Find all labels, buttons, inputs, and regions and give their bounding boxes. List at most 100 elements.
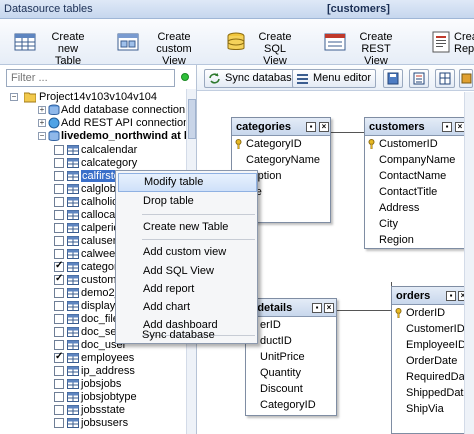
tree-table-item[interactable]: jobsusers <box>4 417 184 429</box>
menu-item-create-new-table[interactable]: Create new Table <box>118 218 257 237</box>
tree-table-item[interactable]: jobsjobs <box>4 378 184 390</box>
tree-table-item[interactable]: calcategory <box>4 157 184 169</box>
tree-table-item[interactable]: jobsstate <box>4 404 184 416</box>
field-row[interactable]: Quantity <box>246 365 336 381</box>
sync-database-button[interactable]: Sync database <box>204 69 303 88</box>
menu-item-add-sql-view[interactable]: Add SQL View <box>118 262 257 281</box>
field-row[interactable]: erID <box>246 317 336 333</box>
close-icon[interactable]: × <box>319 122 329 132</box>
field-name: CompanyName <box>379 154 456 166</box>
pin-icon[interactable]: ▪ <box>446 291 456 301</box>
menu-editor-button[interactable]: Menu editor <box>292 69 377 88</box>
create-custom-view-button[interactable]: Create custom View <box>117 25 207 67</box>
table-order-details[interactable]: r details ▪ × erID ductID UnitPrice Quantity D… <box>245 298 337 416</box>
tree-table-item[interactable]: calcalendar <box>4 144 184 156</box>
field-row[interactable]: CategoryID <box>232 136 330 152</box>
menu-item-add-custom-view[interactable]: Add custom view <box>118 243 257 262</box>
grid-view-button[interactable] <box>435 69 455 88</box>
table-checkbox[interactable] <box>54 260 64 272</box>
field-row[interactable]: RequiredDate <box>392 369 474 385</box>
table-checkbox[interactable] <box>54 314 64 324</box>
more-tools-button[interactable] <box>459 69 473 88</box>
field-row[interactable]: UnitPrice <box>246 349 336 365</box>
tree-table-item[interactable]: ip_address <box>4 365 184 377</box>
table-checkbox[interactable] <box>54 301 64 311</box>
tree-table-item[interactable]: jobsjobtype <box>4 391 184 403</box>
expand-icon[interactable]: + <box>38 106 46 114</box>
table-checkbox[interactable] <box>54 351 64 363</box>
menu-item-sync-database[interactable]: Sync database <box>117 326 256 345</box>
field-row[interactable]: City <box>365 216 466 232</box>
field-row[interactable]: CategoryName <box>232 152 330 168</box>
field-row[interactable]: CustomerID <box>392 321 470 337</box>
table-checkbox[interactable] <box>54 392 64 402</box>
pin-icon[interactable]: ▪ <box>306 122 316 132</box>
table-checkbox[interactable] <box>54 340 64 350</box>
table-order-details-header[interactable]: r details ▪ × <box>246 299 336 317</box>
tree-add-database[interactable]: + Add database connection <box>4 104 185 116</box>
tree-table-item[interactable]: employees <box>4 351 184 364</box>
field-row[interactable]: CategoryID <box>246 397 336 413</box>
table-checkbox[interactable] <box>54 210 64 220</box>
field-row[interactable]: ShipVia <box>392 401 470 417</box>
table-orders[interactable]: orders ▪ × OrderID CustomerID EmployeeID Orde… <box>391 286 474 434</box>
table-customers-header[interactable]: customers ▪ × <box>365 118 466 136</box>
field-row[interactable]: CompanyName <box>365 152 466 168</box>
tree-add-rest[interactable]: + Add REST API connection <box>4 117 186 129</box>
table-checkbox[interactable] <box>54 223 64 233</box>
save-layout-button[interactable] <box>383 69 403 88</box>
tree-connection[interactable]: − livedemo_northwind at loca <box>4 130 186 142</box>
table-checkbox[interactable] <box>54 288 64 298</box>
table-icon <box>67 145 79 155</box>
table-orders-header[interactable]: orders ▪ × <box>392 287 470 305</box>
table-checkbox[interactable] <box>54 418 64 428</box>
collapse-icon[interactable]: − <box>10 93 18 101</box>
tree-project[interactable]: − Project14v103v104v104 <box>4 91 184 103</box>
menu-item-modify-table[interactable]: Modify table <box>118 173 257 192</box>
table-checkbox[interactable] <box>54 379 64 389</box>
field-row[interactable]: Region <box>365 232 466 248</box>
field-row[interactable]: ContactName <box>365 168 466 184</box>
table-checkbox[interactable] <box>54 366 64 376</box>
field-row[interactable]: Discount <box>246 381 336 397</box>
expand-icon[interactable]: + <box>38 119 46 127</box>
table-checkbox[interactable] <box>54 184 64 194</box>
table-checkbox[interactable] <box>54 197 64 207</box>
create-sql-view-button[interactable]: Create SQL View <box>225 25 305 67</box>
field-row[interactable]: OrderDate <box>392 353 470 369</box>
close-icon[interactable]: × <box>324 303 334 313</box>
field-row[interactable]: ductID <box>246 333 336 349</box>
pin-icon[interactable]: ▪ <box>442 122 452 132</box>
menu-item-add-report[interactable]: Add report <box>118 280 257 299</box>
collapse-icon[interactable]: − <box>38 132 46 140</box>
field-row[interactable]: OrderID <box>392 305 470 321</box>
field-row[interactable]: ShippedDate <box>392 385 470 401</box>
list-view-button[interactable] <box>409 69 429 88</box>
table-checkbox[interactable] <box>54 236 64 246</box>
field-name: Quantity <box>260 367 301 379</box>
field-row[interactable]: Address <box>365 200 466 216</box>
table-checkbox[interactable] <box>54 405 64 415</box>
table-checkbox[interactable] <box>54 145 64 155</box>
field-row[interactable]: EmployeeID <box>392 337 470 353</box>
scrollbar-thumb[interactable] <box>188 99 196 139</box>
field-row[interactable]: ContactTitle <box>365 184 466 200</box>
table-checkbox[interactable] <box>54 327 64 337</box>
filter-input[interactable] <box>6 69 175 87</box>
table-checkbox[interactable] <box>54 273 64 285</box>
table-checkbox[interactable] <box>54 171 64 181</box>
field-name: ContactTitle <box>379 186 438 198</box>
table-checkbox[interactable] <box>54 249 64 259</box>
table-checkbox[interactable] <box>54 158 64 168</box>
pin-icon[interactable]: ▪ <box>312 303 322 313</box>
create-new-table-button[interactable]: Create new Table <box>14 25 104 67</box>
designer-scrollbar[interactable] <box>464 92 474 434</box>
menu-item-add-chart[interactable]: Add chart <box>118 298 257 317</box>
create-rest-view-button[interactable]: Create REST View <box>324 25 406 67</box>
table-customers[interactable]: customers ▪ × CustomerID CompanyName Contact… <box>364 117 467 249</box>
table-categories-header[interactable]: categories ▪ × <box>232 118 330 136</box>
field-name: erID <box>260 319 281 331</box>
menu-item-drop-table[interactable]: Drop table <box>118 192 257 211</box>
create-report-button[interactable]: Create Repo <box>430 25 474 61</box>
field-row[interactable]: CustomerID <box>365 136 466 152</box>
